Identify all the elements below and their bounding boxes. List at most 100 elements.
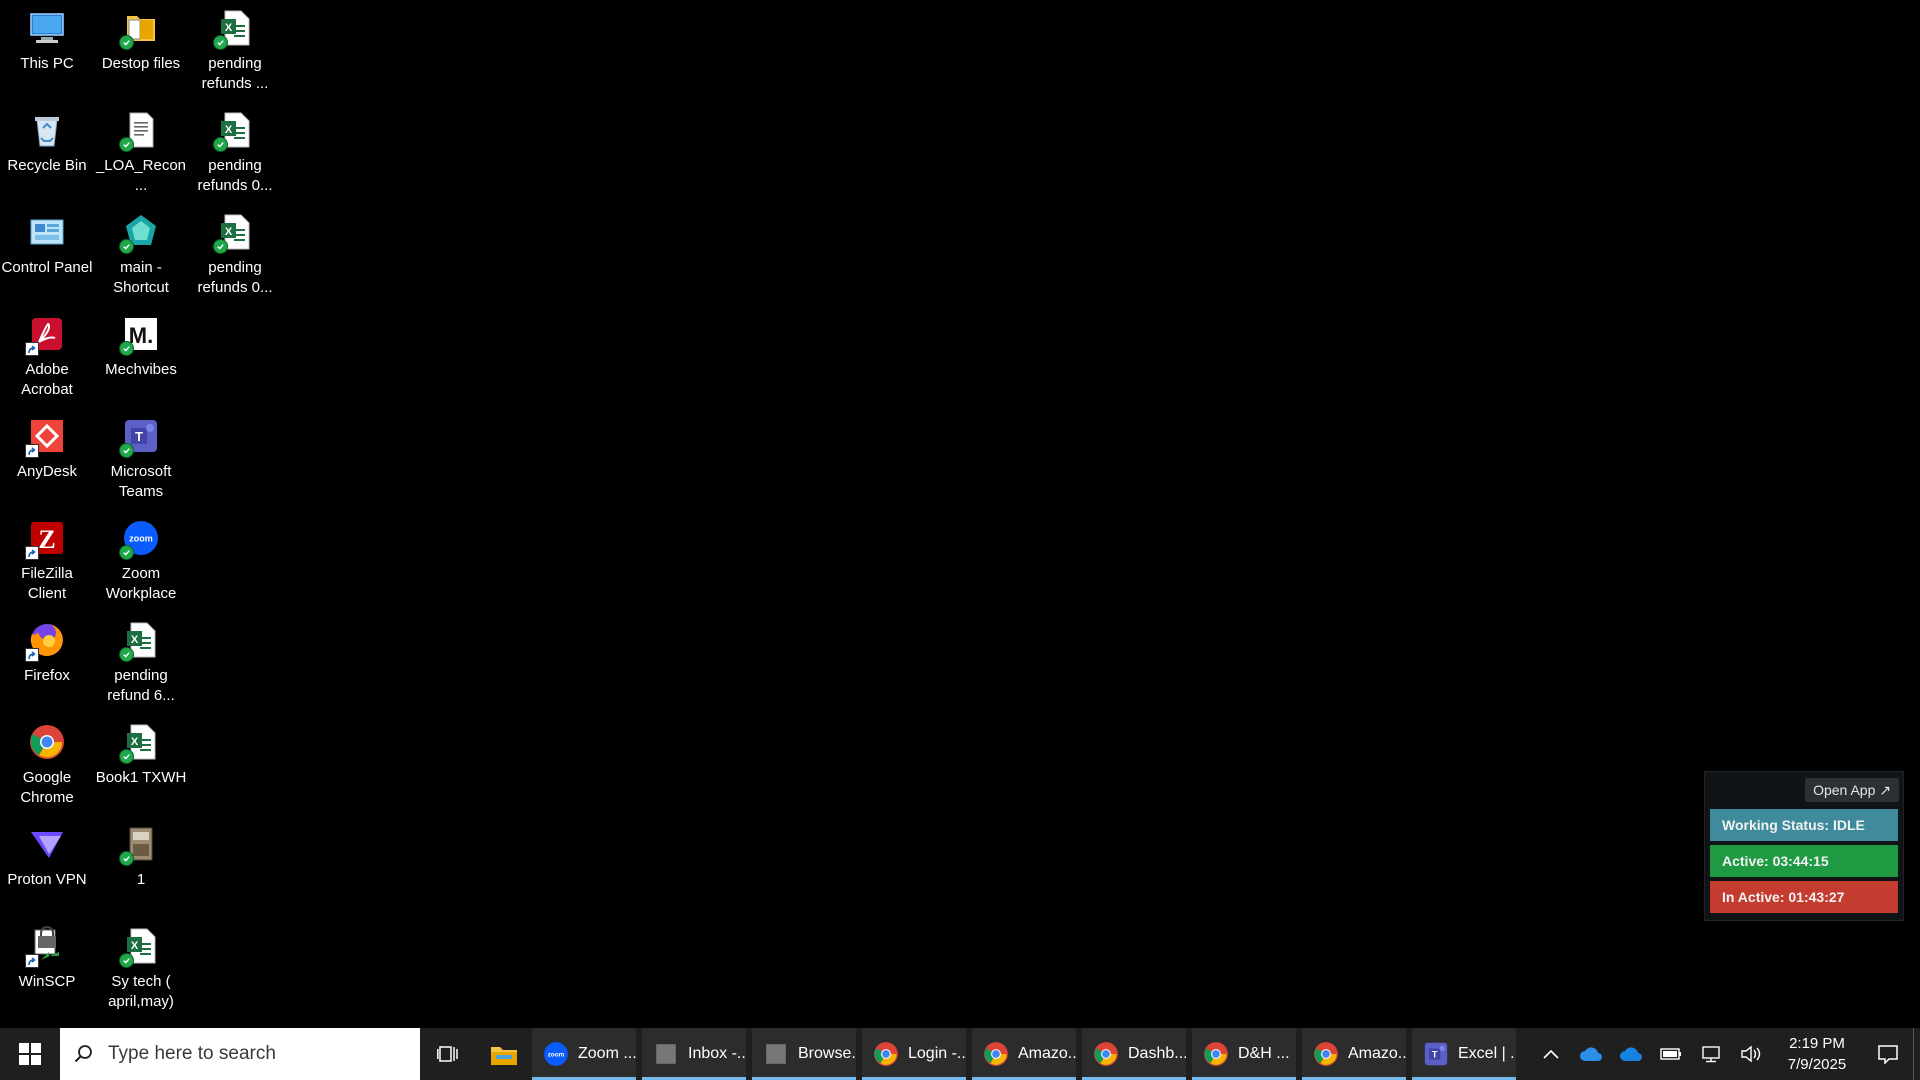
- desktop-icon[interactable]: This PC: [0, 0, 94, 96]
- desktop-icon-label: pending refunds 0...: [197, 259, 273, 296]
- show-desktop-button[interactable]: [1913, 1028, 1920, 1080]
- desktop-icon-label: Adobe Acrobat: [21, 361, 73, 398]
- taskbar-clock[interactable]: 2:19 PM 7/9/2025: [1771, 1028, 1863, 1080]
- desktop-icon[interactable]: Firefox: [0, 612, 94, 708]
- excel-file-icon: X: [213, 110, 255, 152]
- action-center-button[interactable]: [1863, 1028, 1913, 1080]
- taskbar-app-button[interactable]: D&H ...: [1192, 1028, 1296, 1080]
- taskbar-app-button[interactable]: Dashb...: [1082, 1028, 1186, 1080]
- sync-check-icon: [213, 137, 228, 152]
- taskbar-app-button[interactable]: Amazo...: [1302, 1028, 1406, 1080]
- sync-check-icon: [119, 851, 134, 866]
- task-view-icon: [437, 1046, 458, 1062]
- taskbar-running-apps: zoom Zoom ... Inbox -... Browse... Login -..…: [532, 1028, 1522, 1080]
- onedrive-cloud-icon: [1580, 1047, 1602, 1061]
- desktop-icon[interactable]: Control Panel: [0, 204, 94, 300]
- desktop-icon-label: Microsoft Teams: [110, 463, 172, 500]
- taskbar-app-button[interactable]: Inbox -...: [642, 1028, 746, 1080]
- excel-file-icon: X: [119, 620, 161, 662]
- shortcut-arrow-icon: [25, 648, 39, 662]
- desktop-icon-label: Control Panel: [1, 259, 93, 276]
- task-view-button[interactable]: [420, 1028, 476, 1080]
- desktop-icon[interactable]: Xpending refunds 0...: [188, 102, 282, 198]
- chrome-icon: [872, 1040, 900, 1068]
- desktop-icon[interactable]: WinSCP: [0, 918, 94, 1014]
- taskbar-app-button[interactable]: T Excel | ...: [1412, 1028, 1516, 1080]
- desktop-icon[interactable]: X Book1 TXWH: [94, 714, 188, 810]
- sync-check-icon: [213, 239, 228, 254]
- desktop-icon[interactable]: Xpending refunds ...: [188, 0, 282, 96]
- app-shortcut-icon: [119, 212, 161, 254]
- taskbar-app-button[interactable]: Amazo...: [972, 1028, 1076, 1080]
- taskbar-search-box[interactable]: Type here to search: [60, 1028, 420, 1080]
- taskbar-app-label: Amazo...: [1348, 1045, 1406, 1062]
- speaker-icon: [1741, 1045, 1761, 1063]
- tray-overflow-button[interactable]: [1531, 1028, 1571, 1080]
- folder-icon: [119, 8, 161, 50]
- recycle-bin-icon: [27, 110, 67, 150]
- desktop-icon[interactable]: _LOA_Recon...: [94, 102, 188, 198]
- desktop-icon[interactable]: Xpending refund 6...: [94, 612, 188, 708]
- svg-text:T: T: [1432, 1050, 1438, 1060]
- file-explorer-pinned[interactable]: [476, 1028, 532, 1080]
- start-button[interactable]: [0, 1028, 60, 1080]
- svg-text:X: X: [131, 940, 139, 952]
- excel-file-icon: X: [213, 8, 255, 50]
- taskbar-app-label: Amazo...: [1018, 1045, 1076, 1062]
- desktop-icon[interactable]: M. Mechvibes: [94, 306, 188, 402]
- chrome-icon: [982, 1040, 1010, 1068]
- desktop-icon[interactable]: Destop files: [94, 0, 188, 96]
- desktop-icon[interactable]: main - Shortcut: [94, 204, 188, 300]
- excel-file-icon: X: [213, 212, 255, 254]
- taskbar-app-button[interactable]: Browse...: [752, 1028, 856, 1080]
- desktop-icon[interactable]: Adobe Acrobat: [0, 306, 94, 402]
- desktop-icon-label: pending refund 6...: [107, 667, 175, 704]
- mechvibes-icon: M.: [119, 314, 161, 356]
- acrobat-icon: [25, 314, 67, 356]
- desktop-icon[interactable]: 1: [94, 816, 188, 912]
- time-tracker-widget: Open App ↗ Working Status: IDLE Active: …: [1704, 771, 1904, 921]
- taskbar-app-button[interactable]: zoom Zoom ...: [532, 1028, 636, 1080]
- taskbar-app-label: Login -...: [908, 1045, 966, 1062]
- sync-check-icon: [119, 647, 134, 662]
- desktop-icon-label: This PC: [20, 55, 74, 72]
- excel-file-icon: X: [119, 722, 161, 764]
- svg-text:T: T: [135, 429, 143, 444]
- file-explorer-icon: [491, 1047, 517, 1065]
- volume-tray-button[interactable]: [1731, 1028, 1771, 1080]
- excel-file-icon: X: [119, 926, 161, 968]
- archive-icon: [119, 824, 161, 866]
- battery-tray-button[interactable]: [1651, 1028, 1691, 1080]
- proton-vpn-icon: [27, 824, 67, 864]
- desktop-icon-label: Sy tech ( april,may): [108, 973, 174, 1010]
- taskbar-app-label: Dashb...: [1128, 1045, 1186, 1062]
- clock-time: 2:19 PM: [1789, 1035, 1845, 1052]
- onedrive-business-tray-button[interactable]: [1611, 1028, 1651, 1080]
- desktop-icon-label: AnyDesk: [16, 463, 78, 480]
- network-tray-button[interactable]: [1691, 1028, 1731, 1080]
- open-app-button[interactable]: Open App ↗: [1805, 778, 1899, 802]
- desktop-icon[interactable]: AnyDesk: [0, 408, 94, 504]
- system-tray: 2:19 PM 7/9/2025: [1531, 1028, 1920, 1080]
- desktop-icon-label: WinSCP: [18, 973, 76, 990]
- desktop-icon[interactable]: Z FileZilla Client: [0, 510, 94, 606]
- desktop-icon-label: Proton VPN: [7, 871, 87, 888]
- chrome-icon: [27, 722, 67, 762]
- desktop-icon[interactable]: Xpending refunds 0...: [188, 204, 282, 300]
- desktop-icon-label: Firefox: [24, 667, 70, 684]
- taskbar-app-button[interactable]: Login -...: [862, 1028, 966, 1080]
- desktop-icon[interactable]: Google Chrome: [0, 714, 94, 810]
- document-icon: [119, 110, 161, 152]
- desktop-icon[interactable]: zoom Zoom Workplace: [94, 510, 188, 606]
- desktop-icon-label: Zoom Workplace: [105, 565, 177, 602]
- onedrive-tray-button[interactable]: [1571, 1028, 1611, 1080]
- desktop-icon[interactable]: X Sy tech ( april,may): [94, 918, 188, 1014]
- taskbar-app-label: D&H ...: [1238, 1045, 1290, 1062]
- desktop: This PC Recycle Bin Control Panel Adobe Acr…: [0, 0, 300, 1028]
- sync-check-icon: [119, 443, 134, 458]
- desktop-icon-label: Recycle Bin: [7, 157, 87, 174]
- desktop-icon[interactable]: T Microsoft Teams: [94, 408, 188, 504]
- outlook-icon: [652, 1040, 680, 1068]
- desktop-icon[interactable]: Recycle Bin: [0, 102, 94, 198]
- desktop-icon[interactable]: Proton VPN: [0, 816, 94, 912]
